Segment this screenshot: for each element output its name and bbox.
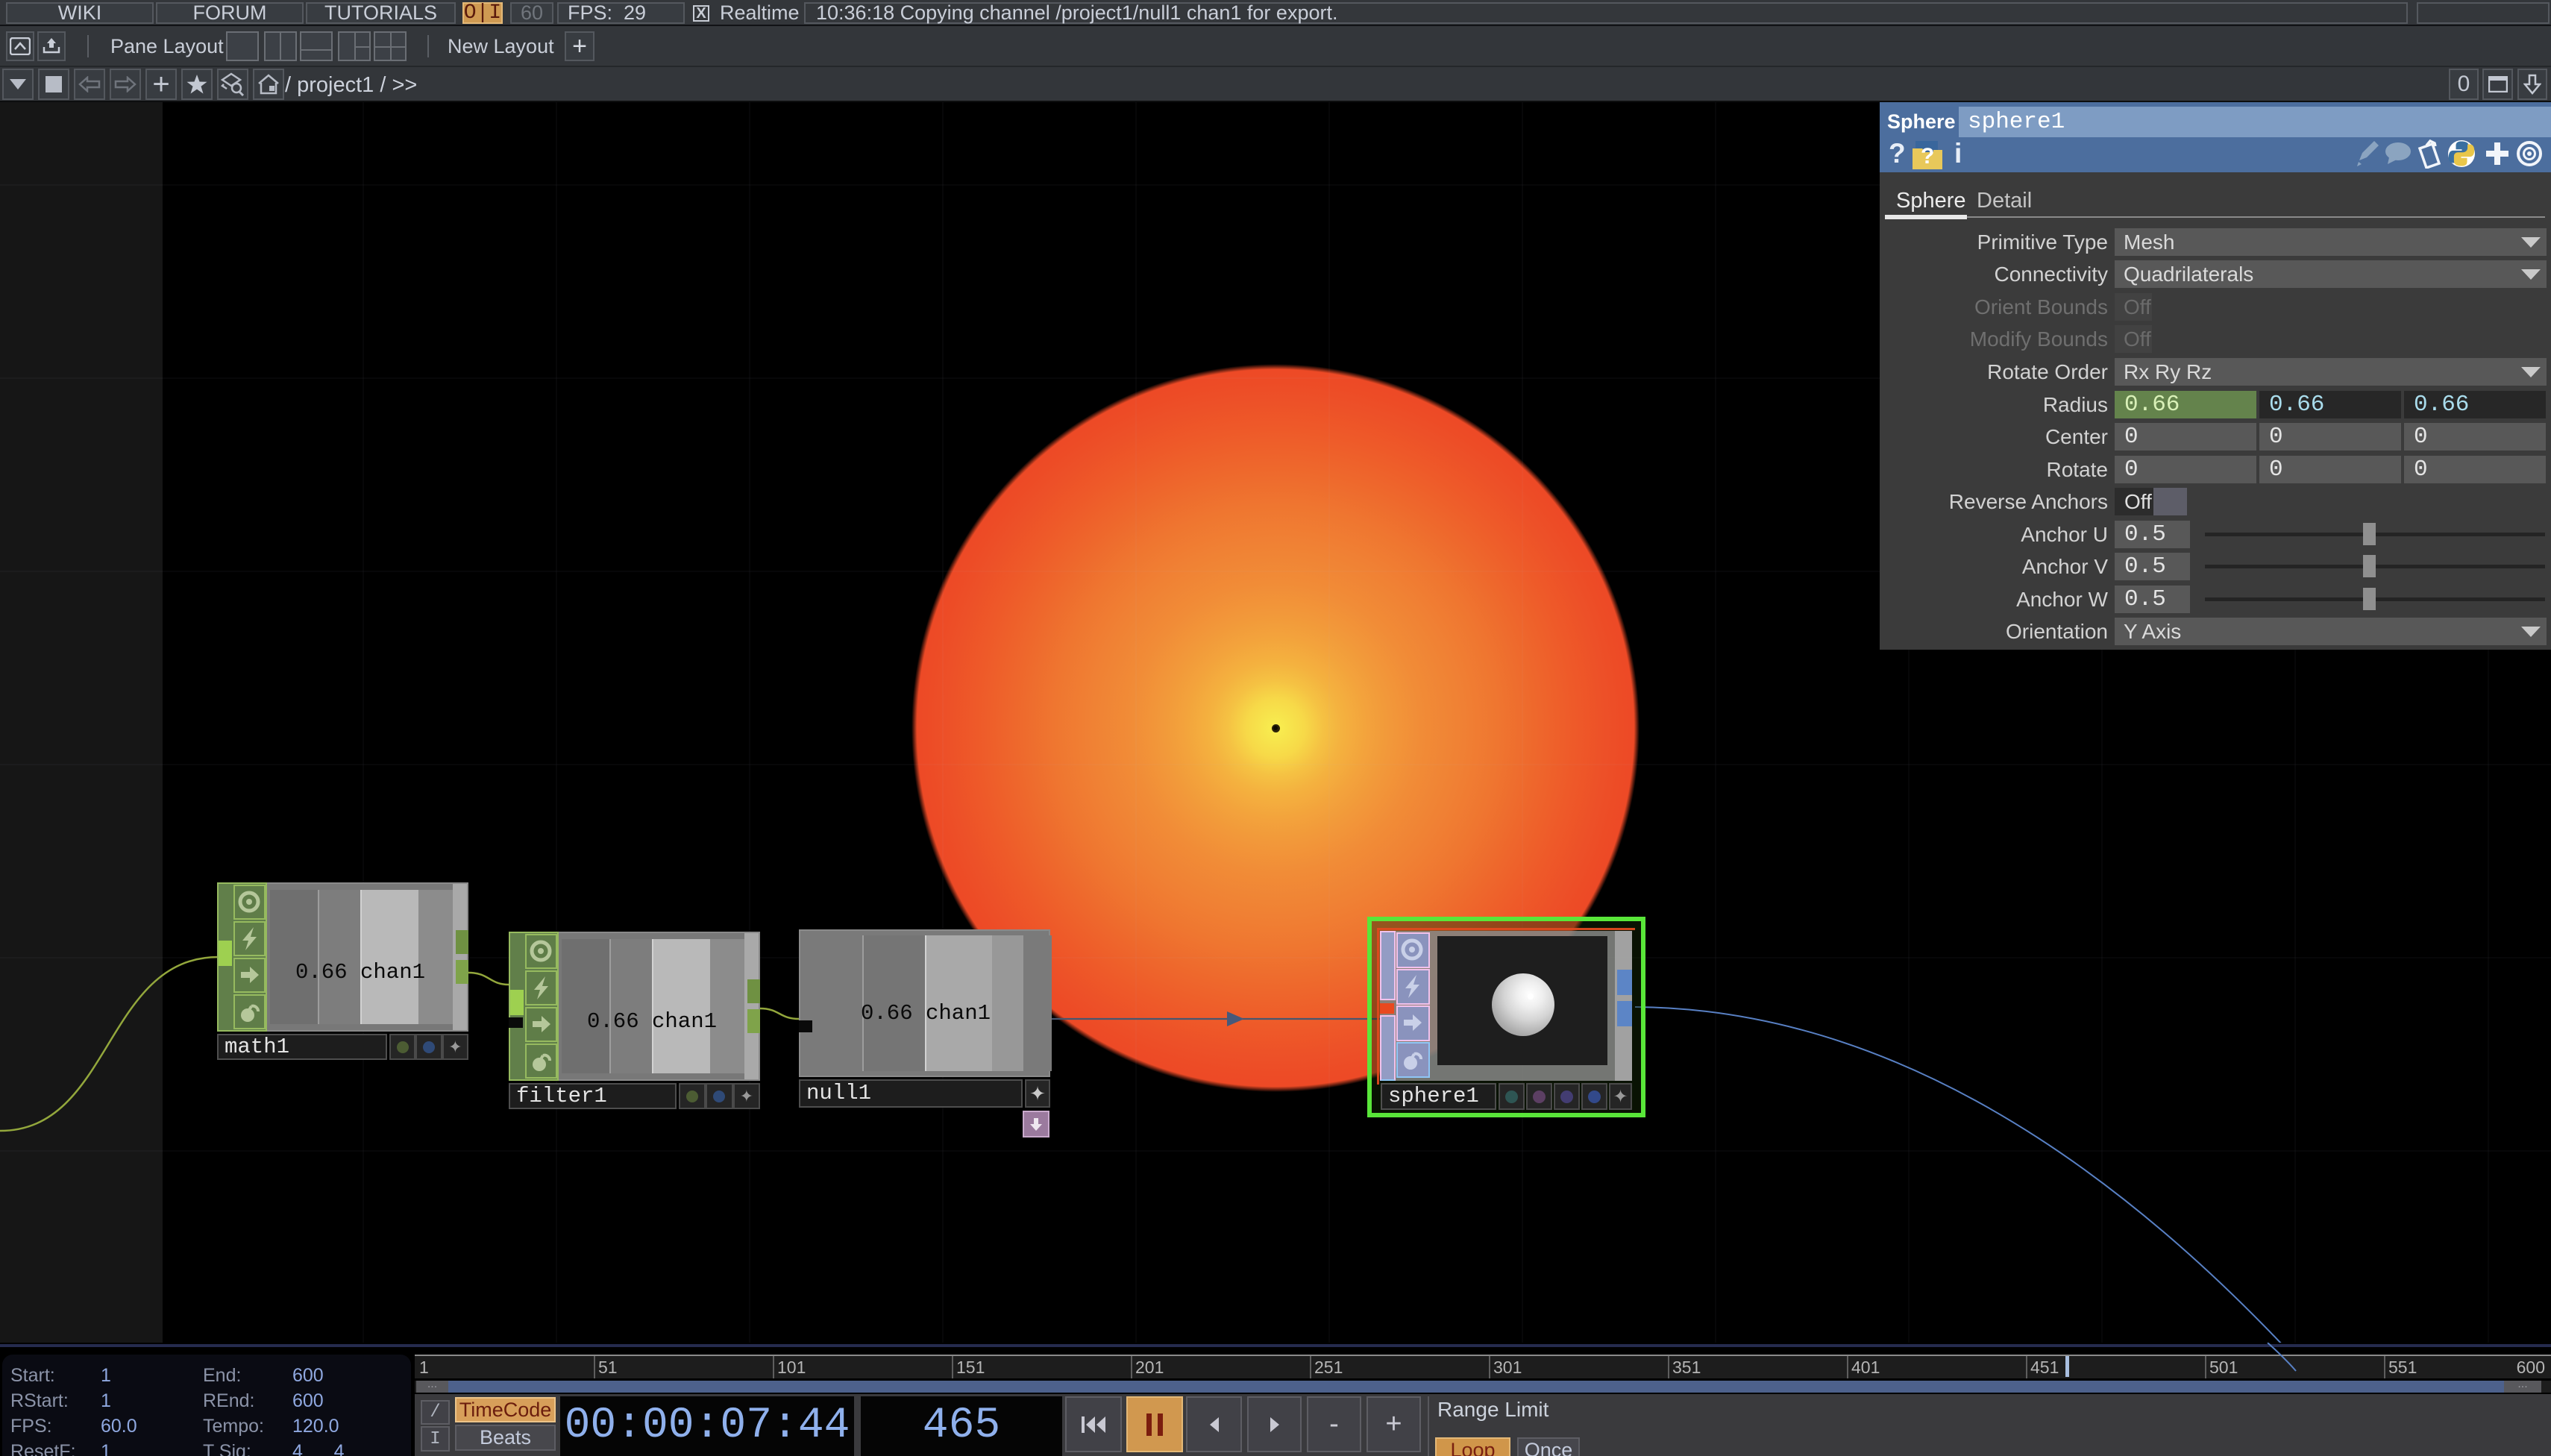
svg-text:?: ? — [1921, 144, 1934, 169]
